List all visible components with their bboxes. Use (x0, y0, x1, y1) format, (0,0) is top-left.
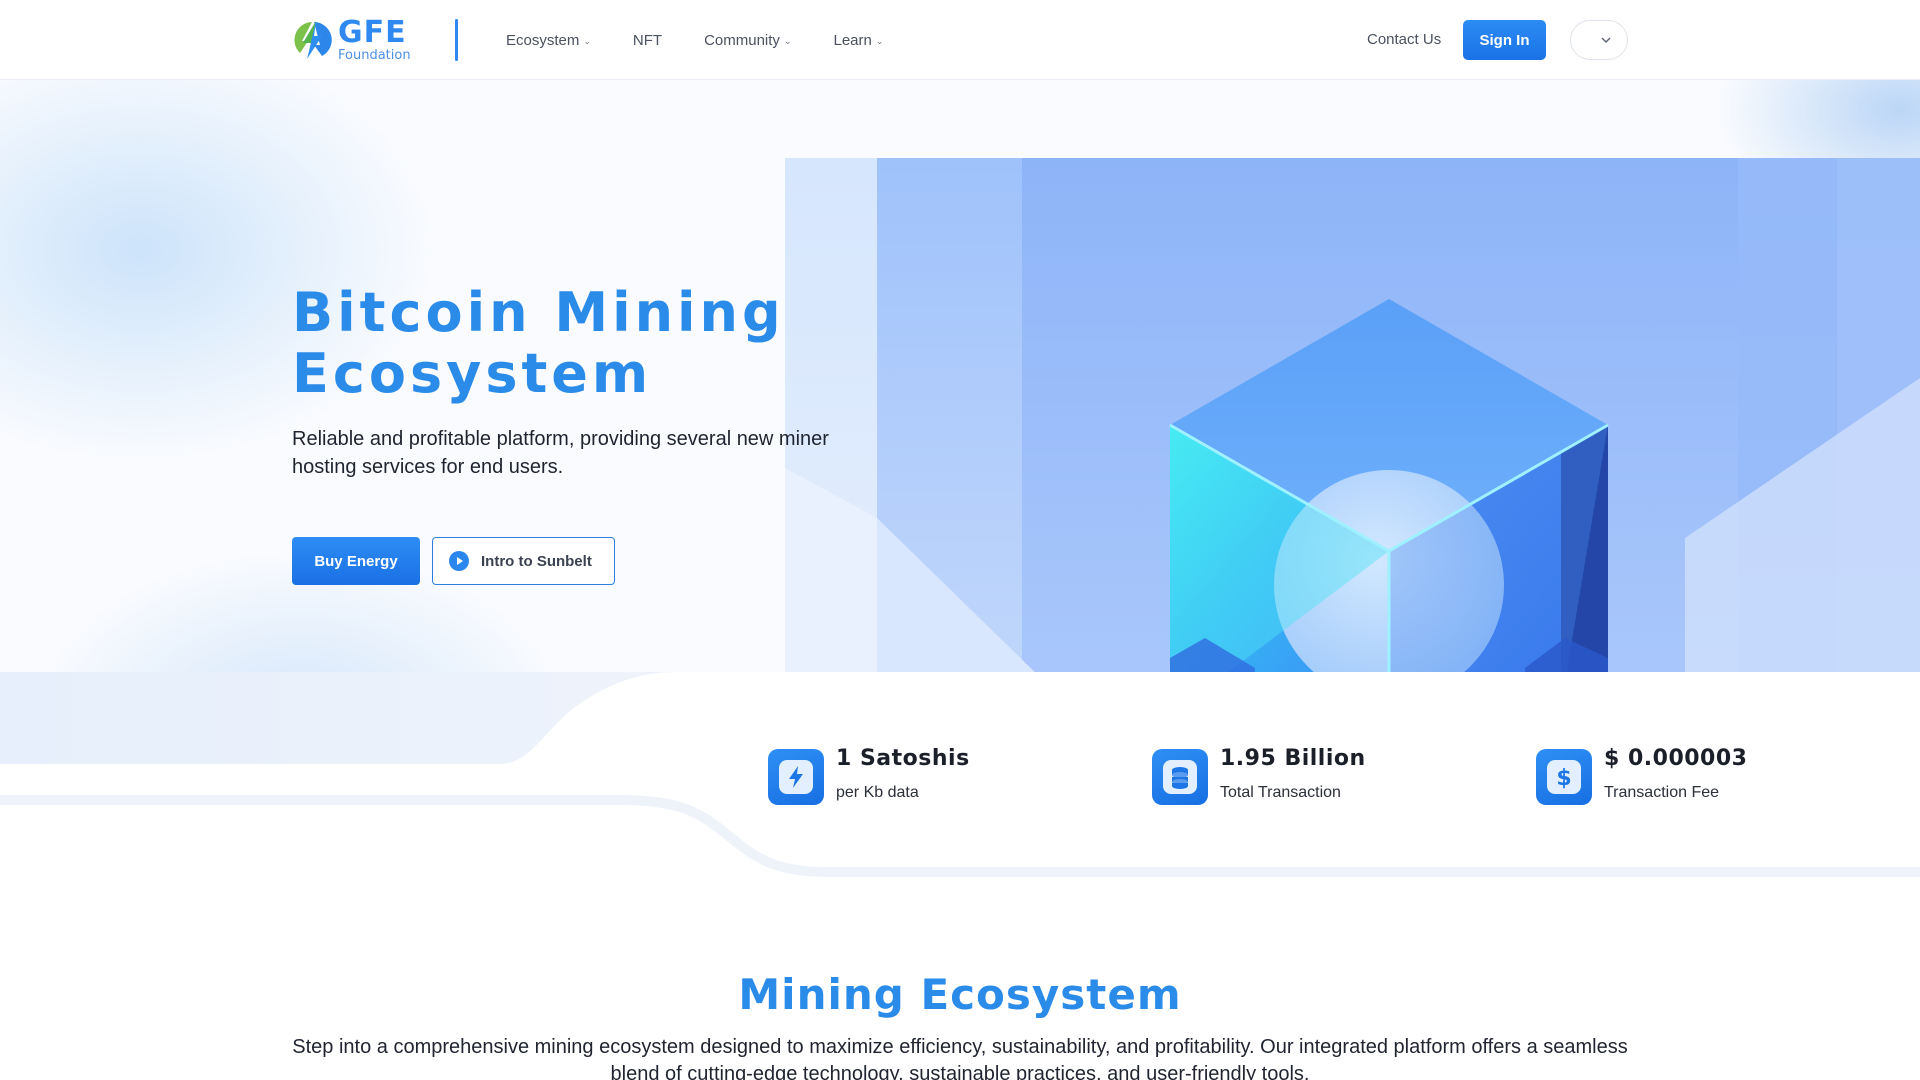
intro-button-label: Intro to Sunbelt (481, 552, 592, 570)
stat-total-transaction: 1.95 Billion Total Transaction (1152, 746, 1366, 805)
buy-energy-button[interactable]: Buy Energy (292, 537, 420, 585)
dollar-icon: $ (1547, 760, 1581, 794)
hero-title: Bitcoin Mining Ecosystem (292, 282, 852, 404)
stat-icon-box (1152, 749, 1208, 805)
nav-item-label: NFT (632, 31, 663, 49)
site-header: GFE Foundation Ecosystem ⌄ NFT Community… (0, 0, 1920, 80)
nav-item-label: Learn (833, 31, 872, 49)
hero-title-line-1: Bitcoin Mining (292, 281, 785, 344)
lightning-logo-icon (294, 21, 332, 59)
mining-cube-illustration (785, 158, 1920, 682)
nav-item-learn[interactable]: Learn ⌄ (833, 32, 883, 49)
logo-divider (455, 19, 458, 61)
sign-in-button[interactable]: Sign In (1463, 20, 1546, 60)
stat-body: 1.95 Billion Total Transaction (1220, 746, 1366, 805)
play-icon (449, 551, 469, 571)
stat-transaction-fee: $ $ 0.000003 Transaction Fee (1536, 746, 1747, 805)
contact-us-link[interactable]: Contact Us (1367, 31, 1441, 48)
stat-body: $ 0.000003 Transaction Fee (1604, 746, 1747, 805)
lightning-icon (779, 760, 813, 794)
stat-value: 1.95 Billion (1220, 746, 1366, 771)
nav-item-community[interactable]: Community ⌄ (704, 32, 791, 49)
main-nav: Ecosystem ⌄ NFT Community ⌄ Learn ⌄ (506, 0, 925, 80)
stat-label: per Kb data (836, 784, 919, 801)
stat-value: $ 0.000003 (1604, 746, 1748, 771)
nav-item-nft[interactable]: NFT (633, 32, 662, 49)
stat-label: Total Transaction (1220, 784, 1341, 801)
nav-item-ecosystem[interactable]: Ecosystem ⌄ (506, 32, 591, 49)
chevron-down-icon (1601, 37, 1611, 43)
stat-satoshis: 1 Satoshis per Kb data (768, 746, 970, 805)
stat-icon-box: $ (1536, 749, 1592, 805)
logo-name: GFE (338, 15, 407, 50)
section-description: Step into a comprehensive mining ecosyst… (292, 1036, 1628, 1080)
section-title: Mining Ecosystem (738, 970, 1182, 1019)
intro-to-sunbelt-button[interactable]: Intro to Sunbelt (432, 537, 615, 585)
coin-stack-icon (1163, 760, 1197, 794)
stat-label: Transaction Fee (1604, 784, 1720, 801)
stat-body: 1 Satoshis per Kb data (836, 746, 970, 805)
chevron-down-icon: ⌄ (875, 35, 884, 46)
language-selector[interactable] (1570, 20, 1628, 60)
stat-value: 1 Satoshis (836, 746, 970, 771)
svg-text:$: $ (1556, 766, 1571, 791)
hero-title-line-2: Ecosystem (292, 342, 653, 405)
logo-text: GFE Foundation (338, 15, 411, 63)
chevron-down-icon: ⌄ (583, 35, 591, 46)
hero-subtitle: Reliable and profitable platform, provid… (292, 428, 829, 478)
chevron-down-icon: ⌄ (783, 35, 792, 46)
logo-subtitle: Foundation (338, 48, 411, 63)
gfe-logo[interactable]: GFE Foundation (292, 18, 424, 62)
nav-item-label: Community (704, 31, 780, 49)
stat-icon-box (768, 749, 824, 805)
nav-item-label: Ecosystem (506, 31, 580, 49)
